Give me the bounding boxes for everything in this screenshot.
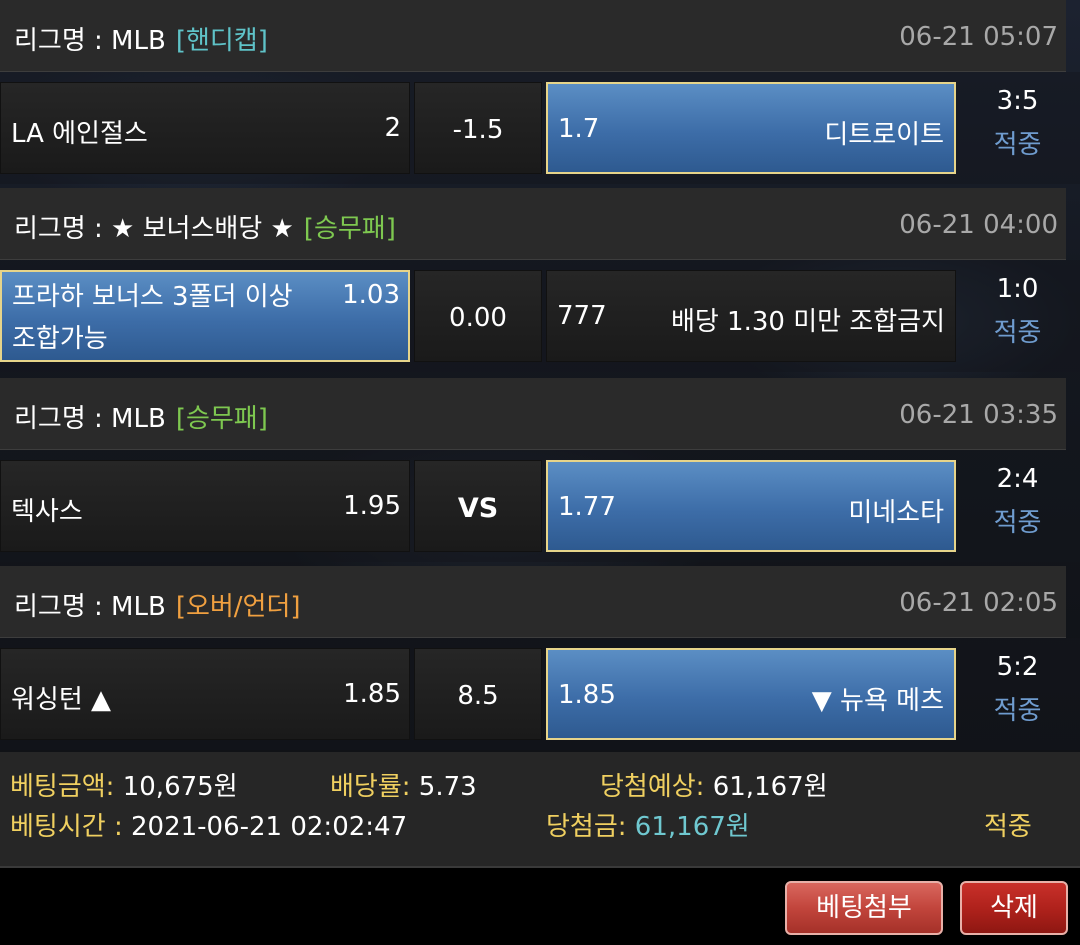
vs-label: VS [457, 493, 499, 524]
home-odds: 1.03 [342, 280, 400, 310]
summary-status: 적중 [984, 812, 1032, 842]
home-odds: 1.85 [343, 679, 401, 709]
away-pick-cell[interactable]: 777 배당 1.30 미만 조합금지 [546, 270, 956, 362]
home-team-line1: 프라하 보너스 3폴더 이상 [12, 282, 293, 312]
odds-rate-value: 5.73 [418, 772, 477, 802]
total-line-cell: 8.5 [414, 648, 542, 740]
vs-cell: VS [414, 460, 542, 552]
home-team: 워싱턴 ▲ [11, 685, 112, 715]
league-name: 리그명 : MLB [14, 592, 166, 622]
bet-slip-panel: 리그명 : MLB [핸디캡] 06-21 05:07 LA 에인절스 2 -1.… [0, 0, 1080, 760]
match-row: LA 에인절스 2 -1.5 1.7 디트로이트 3:5 적중 [0, 72, 1080, 184]
league-header: 리그명 : MLB [오버/언더] 06-21 02:05 [0, 566, 1066, 638]
match-time: 06-21 05:07 [899, 22, 1058, 52]
footer-actions: 베팅첨부 삭제 [0, 868, 1080, 945]
handicap-value: 0.00 [449, 303, 507, 333]
bet-type-tag: [승무패] [175, 404, 268, 434]
home-odds: 2 [384, 113, 401, 143]
result-status: 적중 [993, 508, 1042, 538]
away-team: 디트로이트 [824, 120, 944, 150]
odds-rate-label: 배당률: [330, 772, 411, 802]
handicap-cell: -1.5 [414, 82, 542, 174]
away-team: ▼ 뉴욕 메츠 [811, 686, 944, 716]
home-pick-cell[interactable]: 워싱턴 ▲ 1.85 [0, 648, 410, 740]
result-status: 적중 [993, 318, 1042, 348]
home-pick-cell[interactable]: 프라하 보너스 3폴더 이상 조합가능 1.03 [0, 270, 410, 362]
total-line-value: 8.5 [457, 681, 499, 711]
attach-bet-button[interactable]: 베팅첨부 [785, 881, 943, 935]
home-team: LA 에인절스 [11, 119, 148, 149]
match-row: 프라하 보너스 3폴더 이상 조합가능 1.03 0.00 777 배당 1.3… [0, 260, 1080, 372]
win-amount-value: 61,167원 [634, 812, 750, 842]
handicap-value: -1.5 [452, 115, 504, 145]
league-header: 리그명 : MLB [승무패] 06-21 03:35 [0, 378, 1066, 450]
away-odds: 777 [557, 301, 607, 331]
away-team: 미네소타 [848, 498, 944, 528]
away-odds: 1.7 [558, 114, 600, 144]
league-header: 리그명 : ★ 보너스배당 ★ [승무패] 06-21 04:00 [0, 188, 1066, 260]
expected-win-label: 당첨예상: [600, 772, 705, 802]
away-pick-cell[interactable]: 1.85 ▼ 뉴욕 메츠 [546, 648, 956, 740]
match-row: 텍사스 1.95 VS 1.77 미네소타 2:4 적중 [0, 450, 1080, 562]
away-pick-cell[interactable]: 1.7 디트로이트 [546, 82, 956, 174]
result-status: 적중 [993, 130, 1042, 160]
delete-button[interactable]: 삭제 [960, 881, 1068, 935]
away-odds: 1.77 [558, 492, 616, 522]
bet-amount-label: 베팅금액: [10, 772, 115, 802]
match-time: 06-21 04:00 [899, 210, 1058, 240]
result-status: 적중 [993, 696, 1042, 726]
bet-amount-value: 10,675원 [122, 772, 238, 802]
bet-summary: 베팅금액: 10,675원 배당률: 5.73 당첨예상: 61,167원 베팅… [0, 752, 1080, 868]
home-odds: 1.95 [343, 491, 401, 521]
away-odds: 1.85 [558, 680, 616, 710]
final-score: 2:4 [996, 464, 1039, 494]
bet-type-tag: [승무패] [303, 214, 396, 244]
league-name: 리그명 : ★ 보너스배당 ★ [14, 214, 294, 244]
home-team: 텍사스 [11, 497, 83, 527]
final-score: 3:5 [996, 86, 1039, 116]
match-time: 06-21 02:05 [899, 588, 1058, 618]
expected-win-value: 61,167원 [712, 772, 828, 802]
handicap-cell: 0.00 [414, 270, 542, 362]
win-amount-label: 당첨금: [546, 812, 627, 842]
league-name: 리그명 : MLB [14, 26, 166, 56]
bet-time-value: 2021-06-21 02:02:47 [130, 812, 408, 842]
home-pick-cell[interactable]: LA 에인절스 2 [0, 82, 410, 174]
bet-time-label: 베팅시간 : [10, 812, 123, 842]
bet-type-tag: [핸디캡] [175, 26, 268, 56]
away-pick-cell[interactable]: 1.77 미네소타 [546, 460, 956, 552]
home-pick-cell[interactable]: 텍사스 1.95 [0, 460, 410, 552]
league-header: 리그명 : MLB [핸디캡] 06-21 05:07 [0, 0, 1066, 72]
final-score: 5:2 [996, 652, 1039, 682]
bet-type-tag: [오버/언더] [175, 592, 301, 622]
match-time: 06-21 03:35 [899, 400, 1058, 430]
match-row: 워싱턴 ▲ 1.85 8.5 1.85 ▼ 뉴욕 메츠 5:2 적중 [0, 638, 1080, 750]
away-team: 배당 1.30 미만 조합금지 [670, 307, 945, 337]
home-team-line2: 조합가능 [12, 324, 108, 354]
league-name: 리그명 : MLB [14, 404, 166, 434]
final-score: 1:0 [996, 274, 1039, 304]
